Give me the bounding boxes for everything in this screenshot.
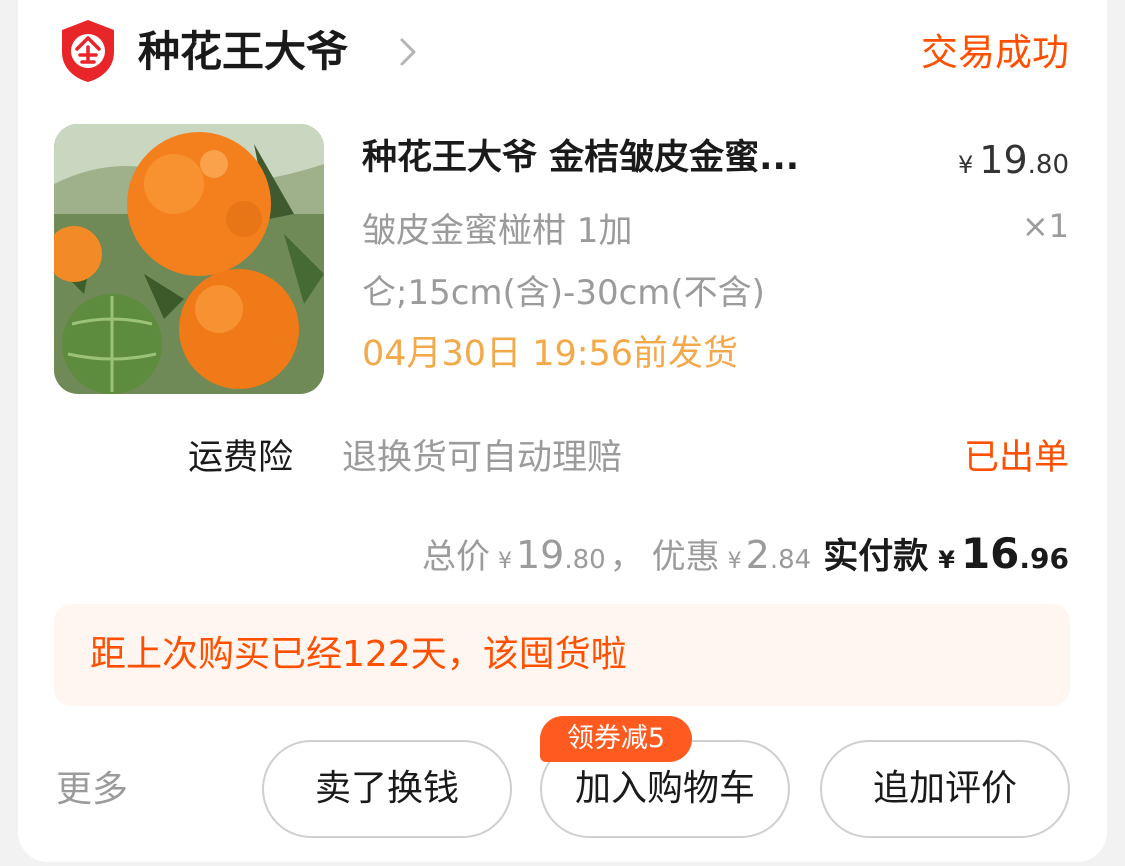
product-quantity: ×1 [1021, 207, 1069, 245]
paid-integer: 16 [960, 529, 1020, 578]
add-review-button[interactable]: 追加评价 [820, 740, 1070, 838]
order-totals: 总价 ¥19.80，优惠 ¥2.84 实付款 ¥16.96 [422, 528, 1069, 589]
totals-separator: ， [609, 537, 644, 577]
price-integer: 19 [979, 138, 1028, 182]
total-currency: ¥ [497, 549, 512, 574]
order-status: 交易成功 [921, 31, 1069, 74]
ship-deadline: 04月30日 19:56前发货 [362, 334, 739, 374]
chevron-right-icon[interactable] [394, 30, 422, 74]
product-sku: 皱皮金蜜椪柑 1加仑;15cm(含)-30cm(不含) [362, 211, 765, 313]
coupon-badge: 领券减5 [540, 716, 692, 762]
paid-label: 实付款 [823, 537, 929, 577]
paid-currency: ¥ [938, 546, 955, 574]
total-decimal: .80 [564, 545, 606, 575]
total-label: 总价 [421, 537, 490, 577]
shipping-insurance-desc: 退换货可自动理赔 [342, 438, 623, 478]
discount-decimal: .84 [769, 545, 812, 575]
enterprise-shop-icon [62, 20, 114, 82]
restock-reminder-text: 距上次购买已经122天，该囤货啦 [90, 634, 627, 675]
paid-decimal: .96 [1019, 542, 1069, 575]
discount-integer: 2 [745, 533, 770, 577]
restock-reminder-banner[interactable]: 距上次购买已经122天，该囤货啦 [54, 604, 1070, 706]
shop-name[interactable]: 种花王大爷 [138, 24, 348, 80]
sell-button[interactable]: 卖了换钱 [262, 740, 512, 838]
discount-label: 优惠 [651, 537, 720, 577]
discount-currency: ¥ [727, 549, 742, 574]
total-integer: 19 [515, 533, 565, 577]
product-image[interactable] [54, 124, 324, 394]
price-currency: ¥ [958, 151, 974, 179]
product-title[interactable]: 种花王大爷 金桔皱皮金蜜... [362, 134, 902, 182]
shipping-insurance-status[interactable]: 已出单 [964, 434, 1069, 482]
shipping-insurance-label: 运费险 [188, 438, 294, 478]
price-decimal: .80 [1027, 150, 1069, 180]
product-price: ¥19.80 [958, 136, 1069, 192]
more-button[interactable]: 更多 [56, 766, 128, 814]
